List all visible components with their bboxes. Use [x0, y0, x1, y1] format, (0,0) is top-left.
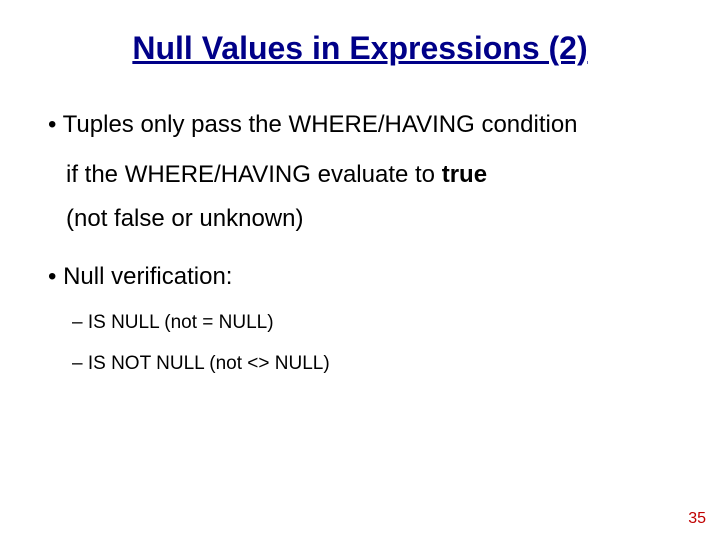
bullet-1-true-word: true [442, 161, 487, 188]
bullet-2: Null verification: [48, 259, 690, 295]
sub-bullet-2: IS NOT NULL (not <> NULL) [90, 350, 690, 379]
slide-title: Null Values in Expressions (2) [30, 30, 690, 67]
bullet-1-line-1: Tuples only pass the WHERE/HAVING condit… [48, 107, 690, 143]
bullet-1-line-3: (not false or unknown) [66, 201, 690, 237]
bullet-1-line-2: if the WHERE/HAVING evaluate to true [66, 157, 690, 193]
page-number: 35 [688, 510, 706, 528]
bullet-1-line-2-text: if the WHERE/HAVING evaluate to [66, 161, 442, 188]
sub-bullet-1: IS NULL (not = NULL) [90, 309, 690, 338]
